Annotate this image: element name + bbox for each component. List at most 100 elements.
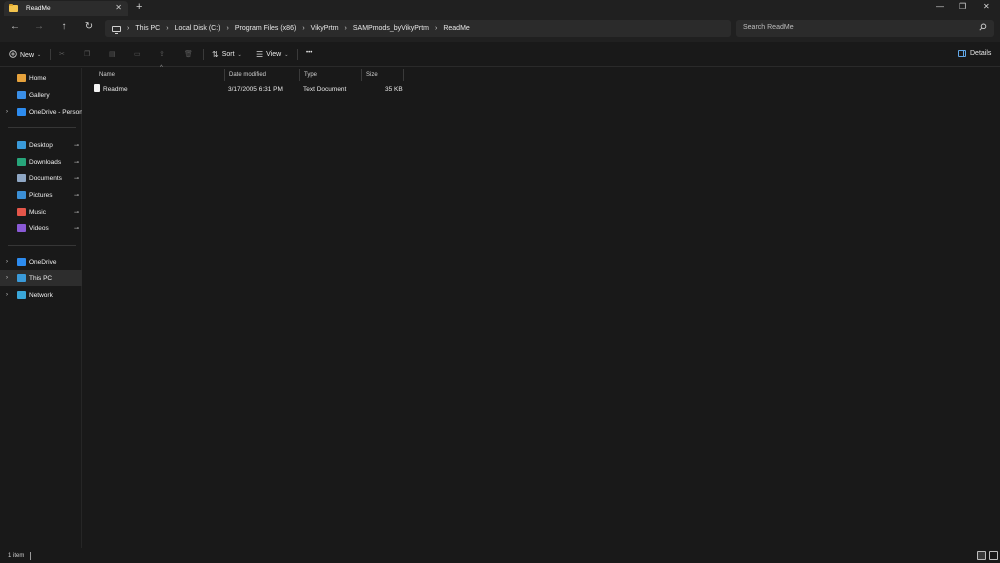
column-type-label: Type bbox=[304, 72, 318, 78]
share-icon[interactable]: ⇪ bbox=[159, 50, 165, 58]
breadcrumb-program-files[interactable]: Program Files (x86) bbox=[235, 25, 296, 32]
up-button[interactable]: ↑ bbox=[57, 21, 71, 32]
tab-label: ReadMe bbox=[26, 5, 51, 12]
address-bar[interactable]: › This PC › Local Disk (C:) › Program Fi… bbox=[105, 20, 731, 37]
documents-icon bbox=[17, 174, 26, 182]
minimize-button[interactable]: — bbox=[936, 2, 944, 11]
details-label: Details bbox=[970, 50, 992, 57]
sidebar-item-label: Music bbox=[29, 208, 46, 216]
paste-icon[interactable]: ▤ bbox=[109, 50, 116, 58]
item-count: 1 item bbox=[8, 553, 25, 559]
pin-icon[interactable]: ⊸ bbox=[74, 225, 79, 232]
file-size: 35 KB bbox=[385, 86, 403, 93]
sidebar-item-label: Home bbox=[29, 74, 47, 82]
details-view-icon[interactable] bbox=[977, 551, 986, 560]
breadcrumb-this-pc[interactable]: This PC bbox=[135, 25, 160, 32]
view-button[interactable]: ☰ View ⌄ bbox=[256, 50, 288, 59]
plus-circle-icon bbox=[9, 50, 17, 60]
copy-icon[interactable]: ❐ bbox=[84, 50, 90, 58]
file-list: ^ Name Date modified Type Size Readme 3/… bbox=[83, 65, 1000, 548]
cut-icon[interactable]: ✂ bbox=[59, 50, 65, 58]
column-name-label: Name bbox=[99, 72, 116, 78]
network-icon bbox=[17, 291, 26, 299]
toolbar-divider bbox=[203, 49, 204, 60]
chevron-right-icon[interactable]: › bbox=[6, 275, 8, 281]
forward-button[interactable]: → bbox=[32, 21, 46, 32]
column-header-type[interactable]: Type bbox=[300, 69, 362, 81]
sidebar-item-gallery[interactable]: Gallery bbox=[0, 87, 82, 103]
onedrive-persona-icon bbox=[17, 108, 26, 116]
more-options-button[interactable]: ••• bbox=[306, 50, 312, 56]
pin-icon[interactable]: ⊸ bbox=[74, 192, 79, 199]
sidebar-item-label: OneDrive bbox=[29, 258, 57, 266]
sidebar-item-network[interactable]: › Network bbox=[0, 287, 82, 303]
view-label: View bbox=[266, 51, 282, 58]
sidebar-item-label: Network bbox=[29, 291, 53, 299]
tab-readme[interactable]: ReadMe ✕ bbox=[4, 1, 128, 16]
sidebar-item-documents[interactable]: Documents ⊸ bbox=[0, 170, 82, 186]
chevron-down-icon: ⌄ bbox=[237, 51, 242, 58]
chevron-right-icon[interactable]: › bbox=[6, 109, 8, 115]
search-input[interactable]: Search ReadMe bbox=[736, 20, 994, 37]
close-window-button[interactable]: ✕ bbox=[983, 2, 990, 11]
sidebar-item-label: Pictures bbox=[29, 191, 53, 199]
column-header-date[interactable]: Date modified bbox=[225, 69, 300, 81]
sidebar-divider bbox=[8, 245, 76, 246]
sidebar-item-desktop[interactable]: Desktop ⊸ bbox=[0, 137, 82, 153]
sort-button[interactable]: ⇅ Sort ⌄ bbox=[212, 50, 242, 59]
sidebar-item-pictures[interactable]: Pictures ⊸ bbox=[0, 187, 82, 203]
breadcrumb-readme[interactable]: ReadMe bbox=[443, 25, 469, 32]
toolbar-divider bbox=[297, 49, 298, 60]
chevron-right-icon[interactable]: › bbox=[435, 25, 437, 32]
chevron-right-icon[interactable]: › bbox=[166, 25, 168, 32]
sidebar-divider bbox=[8, 127, 76, 128]
sidebar-item-music[interactable]: Music ⊸ bbox=[0, 204, 82, 220]
new-button[interactable]: New ⌄ bbox=[9, 50, 41, 60]
sidebar-item-onedrive-persona[interactable]: › OneDrive - Persona bbox=[0, 104, 82, 120]
pin-icon[interactable]: ⊸ bbox=[74, 159, 79, 166]
column-date-label: Date modified bbox=[229, 72, 267, 78]
search-placeholder: Search ReadMe bbox=[743, 24, 794, 31]
tiles-view-icon[interactable] bbox=[989, 551, 998, 560]
delete-icon[interactable]: 🗑 bbox=[184, 50, 193, 58]
back-button[interactable]: ← bbox=[8, 21, 22, 32]
maximize-button[interactable]: ❐ bbox=[959, 2, 966, 11]
new-tab-button[interactable]: + bbox=[136, 1, 142, 13]
sidebar-item-home[interactable]: Home bbox=[0, 70, 82, 86]
column-header-size[interactable]: Size bbox=[362, 69, 404, 81]
view-list-icon: ☰ bbox=[256, 50, 264, 59]
chevron-right-icon[interactable]: › bbox=[302, 25, 304, 32]
status-divider bbox=[30, 552, 31, 560]
breadcrumb-sampmods[interactable]: SAMPmods_byVikyPrtm bbox=[353, 25, 429, 32]
breadcrumb-vikyprtm[interactable]: VikyPrtm bbox=[311, 25, 339, 32]
column-size-label: Size bbox=[366, 72, 378, 78]
details-pane-icon bbox=[958, 50, 966, 57]
chevron-right-icon[interactable]: › bbox=[6, 292, 8, 298]
details-button[interactable]: Details bbox=[958, 50, 991, 57]
sidebar-item-downloads[interactable]: Downloads ⊸ bbox=[0, 154, 82, 170]
pin-icon[interactable]: ⊸ bbox=[74, 209, 79, 216]
sidebar-item-this-pc[interactable]: › This PC bbox=[0, 270, 82, 286]
videos-icon bbox=[17, 224, 26, 232]
pin-icon[interactable]: ⊸ bbox=[74, 142, 79, 149]
downloads-icon bbox=[17, 158, 26, 166]
status-bar: 1 item bbox=[0, 548, 1000, 563]
this-pc-icon bbox=[17, 274, 26, 282]
breadcrumb-local-disk[interactable]: Local Disk (C:) bbox=[175, 25, 221, 32]
chevron-down-icon: ⌄ bbox=[284, 51, 289, 58]
sidebar-item-label: Documents bbox=[29, 174, 62, 182]
chevron-right-icon[interactable]: › bbox=[6, 259, 8, 265]
refresh-button[interactable]: ↻ bbox=[82, 21, 96, 32]
sidebar-item-onedrive[interactable]: › OneDrive bbox=[0, 254, 82, 270]
sidebar-item-label: Gallery bbox=[29, 91, 50, 99]
chevron-right-icon[interactable]: › bbox=[227, 25, 229, 32]
column-header-name[interactable]: Name bbox=[95, 69, 225, 81]
pin-icon[interactable]: ⊸ bbox=[74, 175, 79, 182]
chevron-right-icon[interactable]: › bbox=[345, 25, 347, 32]
navigation-bar: ← → ↑ ↻ › This PC › Local Disk (C:) › Pr… bbox=[0, 16, 1000, 42]
sidebar-item-label: Downloads bbox=[29, 158, 62, 166]
file-row[interactable]: Readme 3/17/2005 6:31 PM Text Document 3… bbox=[91, 82, 409, 96]
close-tab-icon[interactable]: ✕ bbox=[115, 3, 122, 12]
sidebar-item-videos[interactable]: Videos ⊸ bbox=[0, 220, 82, 236]
rename-icon[interactable]: ▭ bbox=[134, 50, 141, 58]
